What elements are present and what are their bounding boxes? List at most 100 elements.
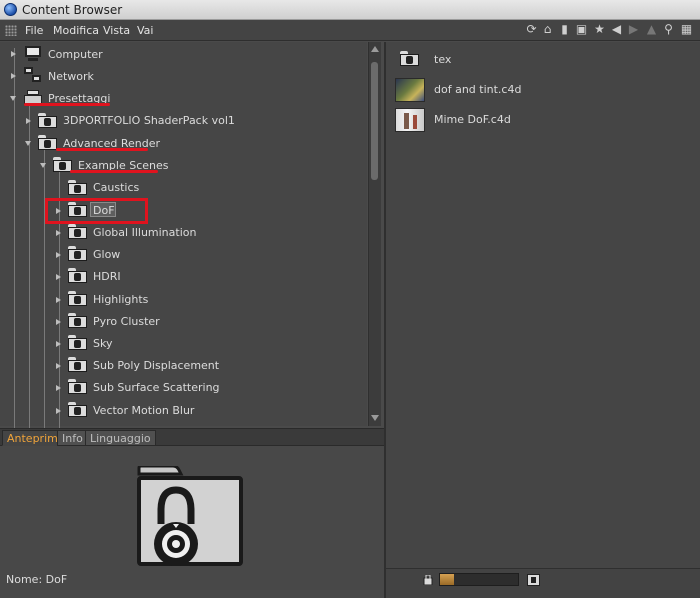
folder-lock-icon (68, 246, 87, 261)
tree-item-caustics[interactable]: Caustics (93, 177, 139, 197)
trash-icon[interactable]: ▮ (558, 23, 571, 36)
tree-item-global-illumination[interactable]: Global Illumination (93, 222, 196, 242)
folder-lock-icon (400, 51, 419, 66)
up-icon[interactable]: ▲ (645, 23, 658, 36)
zoom-slider-fill (440, 574, 455, 585)
tree-item-dof[interactable]: DoF (93, 200, 115, 220)
expand-arrow-icon[interactable] (56, 297, 61, 303)
expand-arrow-icon[interactable] (56, 341, 61, 347)
scene-thumbnail (395, 108, 425, 132)
star-icon[interactable]: ★ (593, 23, 606, 36)
tree-item-pyro-cluster[interactable]: Pyro Cluster (93, 311, 160, 331)
tree-item-sky[interactable]: Sky (93, 333, 112, 353)
content-item-dof-and-tint[interactable]: dof and tint.c4d (395, 78, 595, 104)
expand-arrow-icon[interactable] (11, 51, 16, 57)
expand-arrow-icon[interactable] (56, 230, 61, 236)
tree-item-label: Sky (93, 336, 113, 350)
folder-lock-icon (68, 313, 87, 328)
title-bar: Content Browser (0, 0, 700, 20)
refresh-icon[interactable]: ⟳ (525, 23, 538, 36)
tree-item-hdri[interactable]: HDRI (93, 266, 121, 286)
tab-linguaggio[interactable]: Linguaggio (85, 430, 156, 446)
red-underline-annotation (70, 170, 158, 173)
menu-modifica[interactable]: Modifica (53, 24, 99, 37)
tree-item-label: Network (48, 69, 94, 83)
folder-lock-icon (38, 135, 57, 150)
menu-file[interactable]: File (25, 24, 43, 37)
content-item-label: tex (434, 53, 452, 66)
tree-guide-line (14, 48, 15, 428)
tree-item-label: Global Illumination (93, 225, 197, 239)
expand-arrow-icon[interactable] (26, 118, 31, 124)
collapse-arrow-icon[interactable] (40, 163, 46, 168)
tree-item-network[interactable]: Network (48, 66, 94, 86)
scroll-up-icon[interactable] (371, 46, 379, 52)
expand-arrow-icon[interactable] (56, 319, 61, 325)
expand-arrow-icon[interactable] (56, 363, 61, 369)
content-item-label: dof and tint.c4d (434, 83, 522, 96)
content-item-tex[interactable]: tex (395, 48, 595, 74)
expand-arrow-icon[interactable] (11, 73, 16, 79)
tree-item-label: Highlights (93, 292, 149, 306)
folder-lock-icon (38, 113, 57, 128)
content-bottom-bar (386, 568, 700, 598)
tree-item-glow[interactable]: Glow (93, 244, 120, 264)
zoom-slider[interactable] (439, 573, 519, 586)
zoom-out-icon[interactable] (423, 575, 433, 585)
home-icon[interactable]: ⌂ (541, 23, 554, 36)
preview-name-row: Nome: DoF (6, 573, 67, 586)
expand-arrow-icon[interactable] (56, 385, 61, 391)
search-icon[interactable]: ⚲ (662, 23, 675, 36)
tree-item-computer[interactable]: Computer (48, 44, 103, 64)
name-value: DoF (45, 573, 68, 586)
content-item-label: Mime DoF.c4d (434, 113, 511, 126)
tree-item-sub-poly-displacement[interactable]: Sub Poly Displacement (93, 355, 219, 375)
menu-vista[interactable]: Vista (103, 24, 130, 37)
menu-vai[interactable]: Vai (137, 24, 153, 37)
tree-item-label: DoF (93, 203, 115, 217)
name-label: Nome: (6, 573, 43, 586)
tree-item-label: Caustics (93, 180, 140, 194)
collapse-arrow-icon[interactable] (10, 96, 16, 101)
scene-thumbnail (395, 78, 425, 102)
tree-item-highlights[interactable]: Highlights (93, 289, 148, 309)
save-icon[interactable]: ▣ (575, 23, 588, 36)
tree-item-label: HDRI (93, 269, 121, 283)
folder-lock-icon (53, 157, 72, 172)
scroll-down-icon[interactable] (371, 415, 379, 421)
tree-item-label: Sub Surface Scattering (93, 380, 220, 394)
window-title: Content Browser (22, 3, 123, 17)
collapse-arrow-icon[interactable] (25, 141, 31, 146)
tree-item-sub-surface-scattering[interactable]: Sub Surface Scattering (93, 377, 220, 397)
folder-lock-icon (68, 180, 87, 195)
app-logo-icon (4, 3, 17, 16)
folder-lock-icon (68, 357, 87, 372)
expand-arrow-icon[interactable] (56, 252, 61, 258)
zoom-in-icon[interactable] (527, 574, 540, 586)
network-icon (24, 67, 42, 83)
menu-bar: File Modifica Vista Vai ⟳ ⌂ ▮ ▣ ★ ◀ ▶ ▲ … (0, 20, 700, 41)
folder-lock-icon (68, 202, 87, 217)
expand-arrow-icon[interactable] (56, 274, 61, 280)
tree-item-3dportfolio[interactable]: 3DPORTFOLIO ShaderPack vol1 (63, 110, 235, 130)
folder-lock-icon (68, 291, 87, 306)
tree-scrollbar-thumb[interactable] (371, 62, 378, 180)
tree-item-label: Vector Motion Blur (93, 403, 195, 417)
red-underline-annotation (56, 148, 148, 151)
computer-icon (24, 46, 42, 61)
red-underline-annotation (24, 103, 110, 106)
forward-icon[interactable]: ▶ (627, 23, 640, 36)
grid-view-icon[interactable]: ▦ (680, 23, 693, 36)
tree-item-label: Computer (48, 47, 103, 61)
content-item-mime-dof[interactable]: Mime DoF.c4d (395, 108, 595, 134)
grip-handle-icon[interactable] (5, 25, 17, 36)
back-icon[interactable]: ◀ (610, 23, 623, 36)
tree-item-label: Pyro Cluster (93, 314, 160, 328)
tree-guide-line (29, 106, 30, 428)
folder-lock-icon (68, 335, 87, 350)
tab-info[interactable]: Info (57, 430, 88, 446)
tree-guide-line (44, 150, 45, 428)
expand-arrow-icon[interactable] (56, 208, 61, 214)
tree-item-vector-motion-blur[interactable]: Vector Motion Blur (93, 400, 194, 420)
expand-arrow-icon[interactable] (56, 408, 61, 414)
